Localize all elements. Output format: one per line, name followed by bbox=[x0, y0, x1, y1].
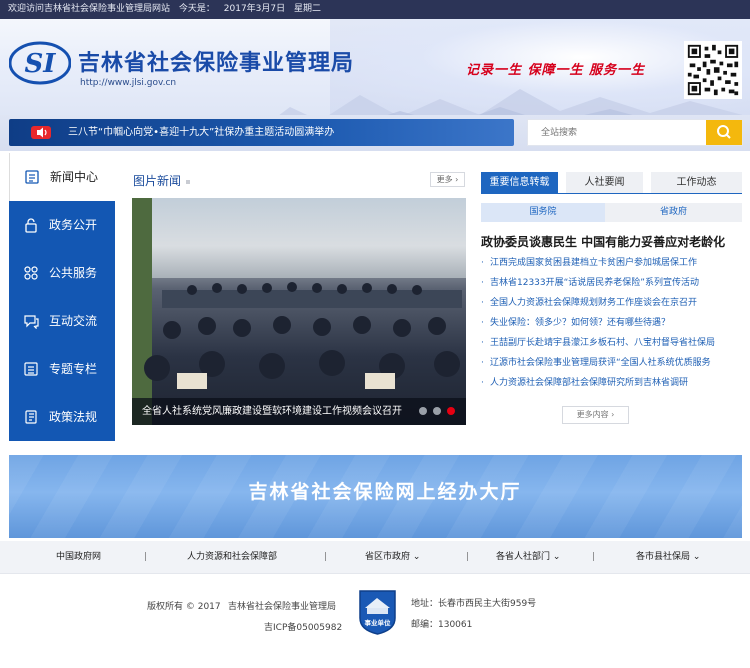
news-text: 王喆副厅长赴靖宇县濛江乡板石村、八宝村督导省社保局 bbox=[490, 338, 716, 348]
welcome-text: 欢迎访问吉林省社会保险事业管理局网站 bbox=[8, 4, 171, 14]
lock-icon bbox=[25, 218, 37, 233]
left-nav: 新闻中心 政务公开 公共服务 互动交流 专题专栏 政策法规 bbox=[9, 153, 115, 441]
news-text: 辽源市社会保险事业管理局获评“全国人社系统优质服务 bbox=[490, 358, 711, 368]
link-label: 省区市政府 bbox=[365, 552, 411, 562]
slide-dot-2[interactable] bbox=[433, 407, 441, 415]
news-tabs: 重要信息转载 人社要闻 工作动态 bbox=[481, 172, 742, 193]
current-weekday: 星期二 bbox=[294, 4, 322, 14]
news-text: 全国人力资源社会保障规划财务工作座谈会在京召开 bbox=[490, 298, 698, 308]
link-city-social-security-dropdown[interactable]: 各市县社保局 ⌄ bbox=[636, 541, 700, 573]
site-title: 吉林省社会保险事业管理局 bbox=[78, 50, 355, 76]
footer-org: 吉林省社会保险事业管理局 bbox=[228, 602, 337, 612]
footer-address: 地址：长春市西民主大街959号 bbox=[411, 599, 537, 609]
speaker-icon bbox=[31, 126, 51, 139]
news-item[interactable]: · 人力资源社会保障部社会保障研究所到吉林省调研 bbox=[481, 373, 742, 393]
more-label: 更多 bbox=[436, 175, 453, 184]
photo-people bbox=[144, 282, 460, 389]
nav-label: 政务公开 bbox=[49, 218, 98, 232]
search-box bbox=[527, 119, 743, 146]
icp-number[interactable]: 吉ICP备05005982 bbox=[264, 620, 342, 633]
link-separator: | bbox=[144, 552, 148, 562]
search-button[interactable] bbox=[706, 120, 742, 145]
related-links: 中国政府网 | 人力资源和社会保障部 | 省区市政府 ⌄ | 各省人社部门 ⌄ … bbox=[0, 541, 750, 573]
nav-label: 政策法规 bbox=[49, 410, 98, 424]
link-provincial-gov-dropdown[interactable]: 省区市政府 ⌄ bbox=[365, 541, 420, 573]
nav-label: 公共服务 bbox=[49, 266, 98, 280]
chevron-down-icon: ⌄ bbox=[552, 552, 561, 562]
subtab-provincial-gov[interactable]: 省政府 bbox=[605, 203, 742, 222]
news-text: 吉林省12333开展“话说居民养老保险”系列宣传活动 bbox=[490, 278, 699, 288]
link-separator: | bbox=[592, 552, 596, 562]
news-text: 人力资源社会保障部社会保障研究所到吉林省调研 bbox=[490, 378, 689, 388]
tab-hr-news[interactable]: 人社要闻 bbox=[566, 172, 643, 193]
nav-item-government-affairs[interactable]: 政务公开 bbox=[9, 201, 115, 249]
mountain-decoration bbox=[279, 89, 750, 115]
subtab-state-council[interactable]: 国务院 bbox=[481, 203, 605, 222]
photo-news-more-button[interactable]: 更多 › bbox=[430, 172, 465, 187]
source-subtabs: 国务院 省政府 bbox=[481, 203, 742, 222]
slogan: 记录一生 保障一生 服务一生 bbox=[466, 63, 646, 78]
headline[interactable]: 政协委员谈惠民生 中国有能力妥善应对老龄化 bbox=[481, 233, 725, 250]
logo-text: SI bbox=[25, 49, 57, 79]
nav-label: 互动交流 bbox=[49, 314, 98, 328]
chevron-down-icon: ⌄ bbox=[692, 552, 701, 562]
si-logo: SI bbox=[9, 41, 71, 85]
nav-item-interaction[interactable]: 互动交流 bbox=[9, 297, 115, 345]
site-url[interactable]: http://www.jlsi.gov.cn bbox=[80, 78, 176, 88]
copyright-text: 版权所有 © 2017 bbox=[147, 602, 221, 612]
online-hall-banner[interactable]: 吉林省社会保险网上经办大厅 bbox=[9, 455, 742, 538]
footer-postcode: 邮编：130061 bbox=[411, 620, 473, 630]
slide-dot-1[interactable] bbox=[419, 407, 427, 415]
nav-item-public-service[interactable]: 公共服务 bbox=[9, 249, 115, 297]
today-label: 今天是： bbox=[178, 4, 215, 14]
grid-icon bbox=[24, 266, 38, 280]
news-item[interactable]: · 江西完成国家贫困县建档立卡贫困户参加城居保工作 bbox=[481, 253, 742, 273]
link-label: 各省人社部门 bbox=[496, 552, 551, 562]
photo-caption[interactable]: 全省人社系统党风廉政建设暨软环境建设工作视频会议召开 bbox=[132, 398, 466, 425]
slide-dot-3-active[interactable] bbox=[447, 407, 455, 415]
link-hr-departments-dropdown[interactable]: 各省人社部门 ⌄ bbox=[496, 541, 560, 573]
chevron-down-icon: ⌄ bbox=[412, 552, 421, 562]
news-item[interactable]: · 全国人力资源社会保障规划财务工作座谈会在京召开 bbox=[481, 293, 742, 313]
nav-item-news-center[interactable]: 新闻中心 bbox=[9, 153, 115, 201]
news-item[interactable]: · 王喆副厅长赴靖宇县濛江乡板石村、八宝村督导省社保局 bbox=[481, 333, 742, 353]
nav-label: 专题专栏 bbox=[49, 362, 98, 376]
photo-news-title: 图片新闻 bbox=[133, 174, 182, 188]
notice-bar[interactable]: 三八节“巾帼心向党•喜迎十九大”社保办重主题活动圆满举办 bbox=[9, 119, 514, 146]
nav-label: 新闻中心 bbox=[50, 170, 99, 184]
tab-work-updates[interactable]: 工作动态 bbox=[651, 172, 742, 193]
chat-icon bbox=[24, 315, 39, 329]
news-text: 失业保险：领多少？如何领？还有哪些待遇？ bbox=[490, 318, 671, 328]
banner-title: 吉林省社会保险网上经办大厅 bbox=[248, 481, 522, 503]
link-china-gov[interactable]: 中国政府网 bbox=[56, 541, 101, 573]
link-mohrss[interactable]: 人力资源和社会保障部 bbox=[187, 541, 277, 573]
link-separator: | bbox=[466, 552, 470, 562]
notice-text[interactable]: 三八节“巾帼心向党•喜迎十九大”社保办重主题活动圆满举办 bbox=[68, 119, 334, 146]
book-icon bbox=[25, 410, 37, 424]
link-label: 各市县社保局 bbox=[636, 552, 691, 562]
nav-item-special-topics[interactable]: 专题专栏 bbox=[9, 345, 115, 393]
news-item[interactable]: · 失业保险：领多少？如何领？还有哪些待遇？ bbox=[481, 313, 742, 333]
current-date: 2017年3月7日 bbox=[223, 4, 286, 14]
news-item[interactable]: · 吉林省12333开展“话说居民养老保险”系列宣传活动 bbox=[481, 273, 742, 293]
qr-code-icon bbox=[684, 41, 742, 99]
badge-text: 事业单位 bbox=[365, 618, 392, 627]
more-content-button[interactable]: 更多内容 › bbox=[562, 406, 629, 424]
news-icon bbox=[25, 170, 39, 184]
news-photo[interactable] bbox=[132, 198, 466, 425]
title-dot bbox=[186, 180, 190, 184]
tab-important-info[interactable]: 重要信息转载 bbox=[481, 172, 558, 193]
list-icon bbox=[24, 362, 38, 376]
nav-item-policies[interactable]: 政策法规 bbox=[9, 393, 115, 441]
public-institution-badge[interactable]: 事业单位 bbox=[357, 588, 398, 635]
top-bar: 欢迎访问吉林省社会保险事业管理局网站 今天是： 2017年3月7日 星期二 bbox=[0, 0, 750, 19]
search-icon bbox=[717, 125, 731, 139]
site-header: SI 吉林省社会保险事业管理局 http://www.jlsi.gov.cn 记… bbox=[0, 19, 750, 115]
more-content-label: 更多内容 bbox=[576, 410, 609, 419]
tab-underline bbox=[481, 193, 742, 194]
news-item[interactable]: · 辽源市社会保险事业管理局获评“全国人社系统优质服务 bbox=[481, 353, 742, 373]
search-input[interactable] bbox=[528, 120, 707, 145]
news-text: 江西完成国家贫困县建档立卡贫困户参加城居保工作 bbox=[490, 258, 698, 268]
link-separator: | bbox=[324, 552, 328, 562]
